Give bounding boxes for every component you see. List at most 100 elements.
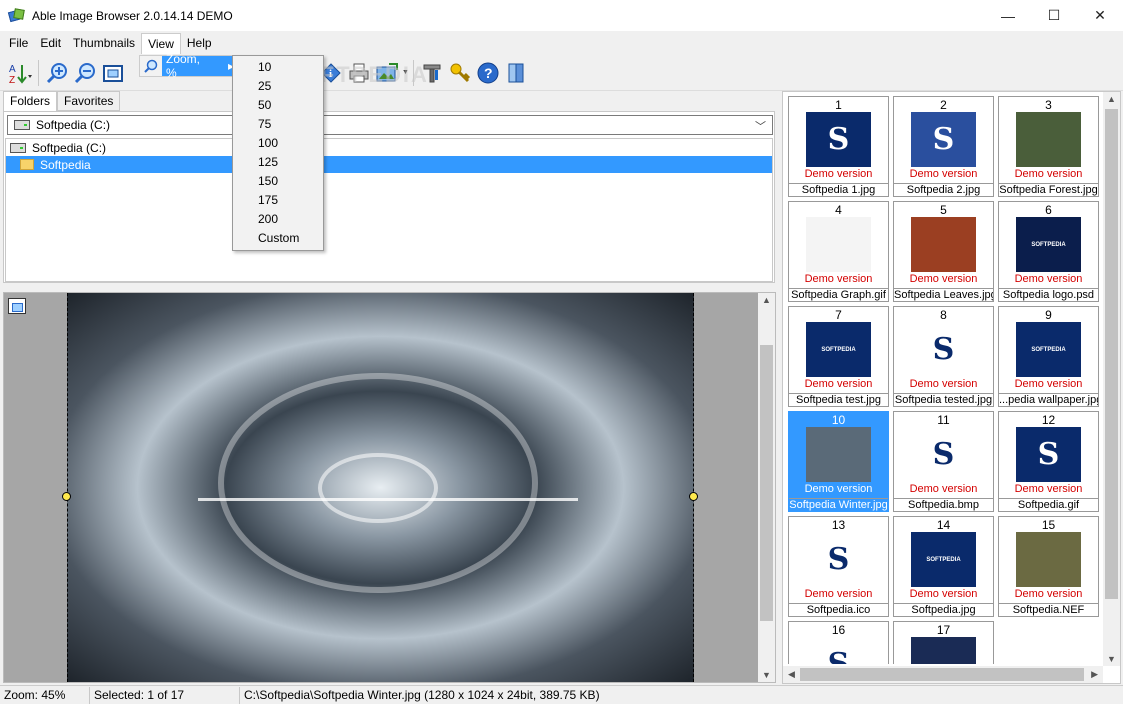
thumbnail-number: 13	[831, 518, 846, 532]
thumbnail-image: S	[911, 112, 976, 167]
scroll-down-arrow[interactable]: ▼	[1107, 654, 1116, 664]
scrollbar-thumb[interactable]	[800, 668, 1084, 681]
fit-to-window-button[interactable]	[8, 298, 26, 314]
image-preview[interactable]: ▲ ▼	[3, 292, 776, 683]
thumbnail-image	[806, 217, 871, 272]
thumbnail-number: 14	[936, 518, 951, 532]
zoom-out-icon	[74, 62, 95, 83]
scroll-up-arrow[interactable]: ▲	[762, 295, 771, 305]
thumbnail-item[interactable]: 2 S Demo version Softpedia 2.jpg	[893, 96, 994, 197]
thumbnail-item[interactable]: 5 Demo version Softpedia Leaves.jpg	[893, 201, 994, 302]
zoom-out-button[interactable]	[71, 59, 99, 87]
thumbnail-item[interactable]: 11 S Demo version Softpedia.bmp	[893, 411, 994, 512]
zoom-option-125[interactable]: 125	[233, 152, 323, 171]
demo-version-label: Demo version	[804, 378, 873, 390]
thumbnail-item[interactable]: 7 SOFTPEDIA Demo version Softpedia test.jpg	[788, 306, 889, 407]
demo-version-label: Demo version	[1014, 378, 1083, 390]
menu-help[interactable]: Help	[181, 33, 218, 53]
thumbnail-filename: Softpedia.bmp	[894, 498, 993, 512]
thumbnail-item[interactable]: 16S	[788, 621, 889, 664]
thumbnail-filename: Softpedia Forest.jpg	[999, 183, 1098, 196]
tab-favorites[interactable]: Favorites	[57, 91, 121, 111]
status-bar: Zoom: 45% Selected: 1 of 17 C:\Softpedia…	[0, 685, 1123, 704]
thumbnail-item[interactable]: 9 SOFTPEDIA Demo version ...pedia wallpaper…	[998, 306, 1099, 407]
scroll-right-arrow[interactable]: ▶	[1091, 669, 1098, 680]
thumbnail-item[interactable]: 13 S Demo version Softpedia.ico	[788, 516, 889, 617]
thumbnail-item[interactable]: 17	[893, 621, 994, 664]
tree-item-softpedia[interactable]: Softpedia	[6, 156, 772, 173]
demo-version-label: Demo version	[1014, 273, 1083, 285]
chevron-down-icon[interactable]: ﹀	[755, 118, 766, 134]
menu-thumbnails[interactable]: Thumbnails	[67, 33, 141, 53]
zoom-option-75[interactable]: 75	[233, 114, 323, 133]
demo-version-label: Demo version	[909, 588, 978, 600]
scroll-down-arrow[interactable]: ▼	[762, 670, 771, 680]
menu-view[interactable]: View	[141, 32, 181, 54]
tree-item-drive[interactable]: Softpedia (C:)	[6, 139, 772, 156]
preview-vertical-scrollbar[interactable]: ▲ ▼	[758, 293, 775, 682]
thumbnail-filename: Softpedia Leaves.jpg	[894, 288, 993, 301]
thumbnails-horizontal-scrollbar[interactable]: ◀ ▶	[783, 666, 1103, 683]
thumbnail-item[interactable]: 15 Demo version Softpedia.NEF	[998, 516, 1099, 617]
demo-version-label: Demo version	[804, 483, 873, 495]
demo-version-label: Demo version	[804, 168, 873, 180]
zoom-option-25[interactable]: 25	[233, 76, 323, 95]
thumbnail-filename: ...pedia wallpaper.jpg	[999, 393, 1098, 406]
zoom-option-200[interactable]: 200	[233, 209, 323, 228]
magnifier-icon	[144, 59, 158, 73]
svg-text:?: ?	[484, 65, 493, 81]
thumbnail-filename: Softpedia.NEF	[999, 603, 1098, 617]
zoom-option-10[interactable]: 10	[233, 57, 323, 76]
close-button[interactable]: ✕	[1077, 0, 1123, 31]
tab-folders[interactable]: Folders	[3, 91, 58, 112]
thumbnail-item[interactable]: 1 S Demo version Softpedia 1.jpg	[788, 96, 889, 197]
thumbnail-item[interactable]: 6 SOFTPEDIA Demo version Softpedia logo.psd	[998, 201, 1099, 302]
status-zoom: Zoom: 45%	[0, 686, 90, 704]
thumbnail-filename: Softpedia Winter.jpg	[789, 498, 888, 511]
thumbnail-number: 12	[1041, 413, 1056, 427]
thumbnail-item[interactable]: 4 Demo version Softpedia Graph.gif	[788, 201, 889, 302]
zoom-option-100[interactable]: 100	[233, 133, 323, 152]
thumbnail-item[interactable]: 12 S Demo version Softpedia.gif	[998, 411, 1099, 512]
demo-version-label: Demo version	[804, 273, 873, 285]
thumbnail-image: SOFTPEDIA	[911, 532, 976, 587]
window-controls: — ☐ ✕	[985, 0, 1123, 31]
thumbnail-item[interactable]: 3 Demo version Softpedia Forest.jpg	[998, 96, 1099, 197]
zoom-in-button[interactable]	[43, 59, 71, 87]
view-menu-dropdown: Zoom, % ▸	[139, 52, 237, 80]
fit-window-button[interactable]	[99, 59, 127, 87]
zoom-option-custom[interactable]: Custom	[233, 228, 323, 247]
register-key-button[interactable]	[446, 59, 474, 87]
thumbnail-filename: Softpedia logo.psd	[999, 288, 1098, 302]
help-button[interactable]: ?	[474, 59, 502, 87]
thumbnail-item[interactable]: 14 SOFTPEDIA Demo version Softpedia.jpg	[893, 516, 994, 617]
zoom-option-150[interactable]: 150	[233, 171, 323, 190]
app-icon	[7, 7, 25, 24]
demo-version-label: Demo version	[1014, 483, 1083, 495]
crop-handle-left[interactable]	[62, 492, 71, 501]
thumbnails-vertical-scrollbar[interactable]: ▲ ▼	[1103, 92, 1120, 666]
menu-file[interactable]: File	[3, 33, 34, 53]
exit-button[interactable]	[502, 59, 530, 87]
tree-item-label: Softpedia	[40, 157, 91, 172]
zoom-option-50[interactable]: 50	[233, 95, 323, 114]
maximize-button[interactable]: ☐	[1031, 0, 1077, 31]
crop-handle-right[interactable]	[689, 492, 698, 501]
scrollbar-thumb[interactable]	[1105, 109, 1118, 599]
menu-item-zoom[interactable]: Zoom, % ▸	[162, 52, 234, 80]
thumbnail-image: S	[911, 322, 976, 377]
thumbnail-image: SOFTPEDIA	[806, 322, 871, 377]
demo-version-label: Demo version	[804, 588, 873, 600]
sort-button[interactable]: AZ	[6, 59, 34, 87]
scroll-left-arrow[interactable]: ◀	[788, 669, 795, 680]
drive-select[interactable]: Softpedia (C:) ﹀	[7, 115, 773, 135]
zoom-option-175[interactable]: 175	[233, 190, 323, 209]
minimize-button[interactable]: —	[985, 0, 1031, 31]
folder-icon	[20, 159, 34, 170]
menu-edit[interactable]: Edit	[34, 33, 67, 53]
status-selected: Selected: 1 of 17	[90, 686, 240, 704]
scroll-up-arrow[interactable]: ▲	[1107, 94, 1116, 104]
scrollbar-thumb[interactable]	[760, 345, 773, 621]
thumbnail-item[interactable]: 8 S Demo version Softpedia tested.jpg	[893, 306, 994, 407]
thumbnail-item[interactable]: 10 Demo version Softpedia Winter.jpg	[788, 411, 889, 512]
